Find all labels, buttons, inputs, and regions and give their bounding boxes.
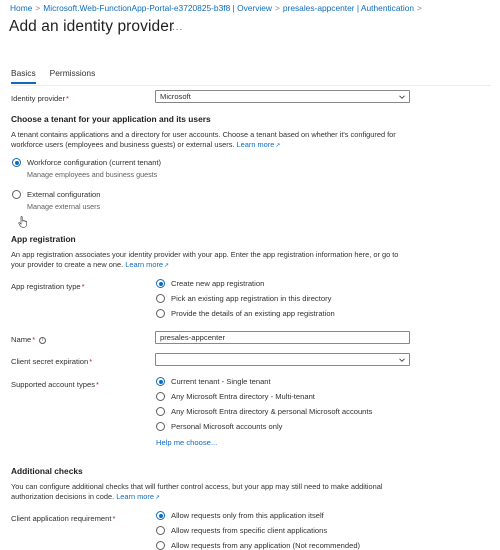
tenant-learn-more-link[interactable]: Learn more [237,140,275,149]
radio-unselected-icon[interactable] [156,407,165,416]
client-req-specific-clients[interactable]: Allow requests from specific client appl… [156,526,327,535]
tenant-section-title: Choose a tenant for your application and… [11,114,211,124]
radio-unselected-icon[interactable] [156,526,165,535]
name-input[interactable]: presales-appcenter [155,331,410,344]
client-req-any-application[interactable]: Allow requests from any application (Not… [156,541,360,550]
hand-cursor-icon [18,216,27,228]
tab-bar: Basics Permissions [11,68,95,84]
radio-selected-icon[interactable] [12,158,21,167]
breadcrumb-current-link[interactable]: presales-appcenter | Authentication [283,3,414,13]
radio-selected-icon[interactable] [156,377,165,386]
breadcrumb-app-link[interactable]: Microsoft.Web-FunctionApp-Portal-e372082… [43,3,272,13]
tab-divider [11,85,491,86]
app-registration-description: An app registration associates your iden… [11,250,399,269]
chevron-down-icon [399,95,405,99]
tenant-option-workforce[interactable]: Workforce configuration (current tenant) [12,158,161,167]
radio-unselected-icon[interactable] [156,422,165,431]
radio-selected-icon[interactable] [156,511,165,520]
supported-account-types-label: Supported account types* [11,380,99,389]
client-req-self-only[interactable]: Allow requests only from this applicatio… [156,511,324,520]
identity-provider-value: Microsoft [160,92,191,101]
app-reg-option-create[interactable]: Create new app registration [156,279,264,288]
client-application-requirement-label: Client application requirement* [11,514,116,523]
external-link-icon: ↗ [164,263,170,269]
radio-unselected-icon[interactable] [12,190,21,199]
tab-permissions[interactable]: Permissions [50,68,96,84]
account-type-single-tenant[interactable]: Current tenant - Single tenant [156,377,271,386]
app-reg-option-provide-details[interactable]: Provide the details of an existing app r… [156,309,335,318]
identity-provider-select[interactable]: Microsoft [155,90,410,103]
tenant-description: A tenant contains applications and a dir… [11,130,396,149]
radio-unselected-icon[interactable] [156,294,165,303]
account-type-personal-only[interactable]: Personal Microsoft accounts only [156,422,282,431]
tenant-option-external-sub: Manage external users [27,202,101,211]
additional-checks-title: Additional checks [11,466,83,476]
client-secret-expiration-label: Client secret expiration* [11,357,93,366]
radio-unselected-icon[interactable] [156,392,165,401]
tenant-option-external[interactable]: External configuration [12,190,100,199]
breadcrumb-home-link[interactable]: Home [10,3,32,13]
tenant-option-workforce-sub: Manage employees and business guests [27,170,158,179]
name-label: Name* i [11,335,47,344]
radio-unselected-icon[interactable] [156,309,165,318]
account-type-multi-tenant[interactable]: Any Microsoft Entra directory - Multi-te… [156,392,315,401]
additional-checks-description: You can configure additional checks that… [11,482,383,501]
radio-unselected-icon[interactable] [156,541,165,550]
external-link-icon: ↗ [154,495,161,501]
app-registration-learn-more-link[interactable]: Learn more [125,260,163,269]
help-me-choose-link[interactable]: Help me choose... [156,438,217,447]
chevron-down-icon [399,358,405,362]
app-reg-option-pick-existing[interactable]: Pick an existing app registration in thi… [156,294,331,303]
client-secret-expiration-select[interactable] [155,353,410,366]
additional-checks-learn-more-link[interactable]: Learn more [116,492,154,501]
app-registration-title: App registration [11,234,76,244]
page-title: Add an identity provider [9,18,175,35]
account-type-multi-tenant-personal[interactable]: Any Microsoft Entra directory & personal… [156,407,372,416]
more-options-button[interactable]: ... [172,22,183,33]
info-icon[interactable]: i [39,336,47,344]
breadcrumb: Home > Microsoft.Web-FunctionApp-Portal-e3… [10,3,422,13]
external-link-icon: ↗ [275,143,281,149]
app-registration-type-label: App registration type* [11,282,85,291]
tab-basics[interactable]: Basics [11,68,36,84]
identity-provider-label: Identity provider* [11,94,69,103]
radio-selected-icon[interactable] [156,279,165,288]
